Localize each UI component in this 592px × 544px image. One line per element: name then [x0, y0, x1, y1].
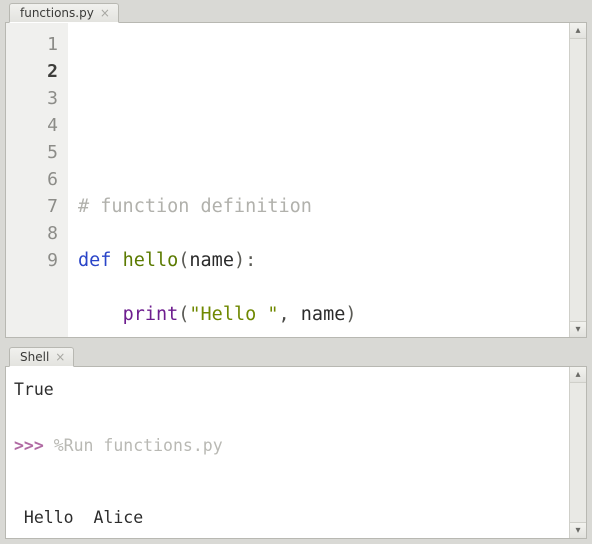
shell-output-line: Hello Alice: [14, 507, 563, 529]
close-icon[interactable]: ×: [55, 351, 65, 363]
scroll-up-icon[interactable]: ▴: [570, 23, 586, 39]
shell-scrollbar[interactable]: ▴ ▾: [569, 367, 586, 538]
scroll-track[interactable]: [570, 39, 586, 321]
close-icon[interactable]: ×: [100, 7, 110, 19]
gutter-line: 4: [10, 112, 58, 139]
shell-spacer: [14, 479, 563, 485]
gutter-line-current: 2: [10, 58, 58, 85]
gutter-line: 3: [10, 85, 58, 112]
editor-scrollbar[interactable]: ▴ ▾: [569, 23, 586, 337]
gutter-line: 8: [10, 220, 58, 247]
scroll-down-icon[interactable]: ▾: [570, 522, 586, 538]
shell-tab[interactable]: Shell ×: [9, 347, 74, 367]
shell-body: True >>> %Run functions.py Hello Alice H…: [5, 366, 587, 539]
code-editor[interactable]: # function definition def hello(name): p…: [68, 23, 569, 337]
editor-body: 1 2 3 4 5 6 7 8 9 # function definition …: [5, 22, 587, 338]
scroll-up-icon[interactable]: ▴: [570, 367, 586, 383]
gutter-line: 5: [10, 139, 58, 166]
shell-pane: Shell × True >>> %Run functions.py Hello…: [5, 344, 587, 539]
code-line: def hello(name):: [78, 247, 565, 274]
shell-tabbar: Shell ×: [5, 344, 587, 366]
gutter-line: 7: [10, 193, 58, 220]
editor-tabbar: functions.py ×: [5, 0, 587, 22]
editor-gutter: 1 2 3 4 5 6 7 8 9: [6, 23, 68, 337]
code-line: print("Hello ", name): [78, 301, 565, 328]
current-line-highlight: [68, 58, 569, 85]
gutter-line: 9: [10, 247, 58, 274]
editor-tab-functions[interactable]: functions.py ×: [9, 3, 119, 23]
shell-terminal[interactable]: True >>> %Run functions.py Hello Alice H…: [6, 367, 569, 538]
gutter-line: 6: [10, 166, 58, 193]
shell-tab-label: Shell: [20, 350, 49, 364]
scroll-track[interactable]: [570, 383, 586, 522]
gutter-line: 1: [10, 31, 58, 58]
shell-line: >>> %Run functions.py: [14, 435, 563, 457]
editor-pane: functions.py × 1 2 3 4 5 6 7 8 9 # funct…: [5, 0, 587, 338]
editor-tab-label: functions.py: [20, 6, 94, 20]
code-line: # function definition: [78, 193, 565, 220]
scroll-down-icon[interactable]: ▾: [570, 321, 586, 337]
code-line: [78, 139, 565, 166]
shell-prev-output: True: [14, 379, 563, 401]
